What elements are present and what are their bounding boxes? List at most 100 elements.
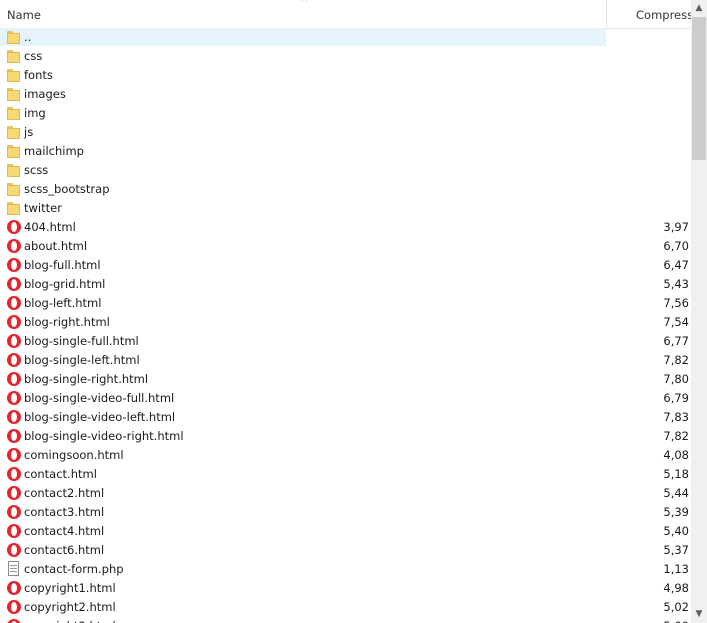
- file-row[interactable]: 404.html 3,97: [0, 218, 691, 237]
- file-row[interactable]: blog-single-video-full.html 6,79: [0, 389, 691, 408]
- compressed-size-value: 5,40: [663, 524, 689, 538]
- opera-html-icon: [6, 257, 22, 273]
- file-name: blog-right.html: [24, 315, 110, 329]
- file-row[interactable]: ..: [0, 28, 691, 47]
- file-row[interactable]: copyright1.html 4,98: [0, 579, 691, 598]
- file-row[interactable]: img: [0, 104, 691, 123]
- folder-icon: [6, 67, 22, 83]
- compressed-size: 5,40: [607, 524, 691, 538]
- file-row[interactable]: scss_bootstrap: [0, 180, 691, 199]
- opera-html-icon: [6, 333, 22, 349]
- opera-html-icon: [6, 238, 22, 254]
- file-row[interactable]: copyright3.html 5,00: [0, 617, 691, 623]
- file-row[interactable]: fonts: [0, 66, 691, 85]
- file-row[interactable]: contact-form.php 1,13: [0, 560, 691, 579]
- folder-icon: [6, 29, 22, 45]
- selection-highlight: [0, 28, 606, 46]
- compressed-size: 3,97: [607, 220, 691, 234]
- compressed-size-value: 5,02: [663, 600, 689, 614]
- file-row[interactable]: blog-right.html 7,54: [0, 313, 691, 332]
- opera-html-icon: [6, 352, 22, 368]
- sort-ascending-icon: ^: [300, 0, 309, 8]
- file-row[interactable]: comingsoon.html 4,08: [0, 446, 691, 465]
- folder-icon: [6, 124, 22, 140]
- file-row[interactable]: blog-single-left.html 7,82: [0, 351, 691, 370]
- compressed-size-value: 4,08: [663, 448, 689, 462]
- file-row[interactable]: blog-full.html 6,47: [0, 256, 691, 275]
- compressed-size: [607, 106, 691, 120]
- file-name: blog-left.html: [24, 296, 102, 310]
- opera-html-icon: [6, 580, 22, 596]
- file-row[interactable]: blog-grid.html 5,43: [0, 275, 691, 294]
- file-name: about.html: [24, 239, 88, 253]
- file-name: scss: [24, 163, 49, 177]
- folder-icon: [6, 105, 22, 121]
- file-name: blog-single-video-full.html: [24, 391, 175, 405]
- compressed-size: 5,44: [607, 486, 691, 500]
- file-row[interactable]: js: [0, 123, 691, 142]
- compressed-size: 7,80: [607, 372, 691, 386]
- file-row[interactable]: mailchimp: [0, 142, 691, 161]
- opera-html-icon: [6, 409, 22, 425]
- opera-html-icon: [6, 485, 22, 501]
- opera-html-icon: [6, 428, 22, 444]
- compressed-size-value: 7,82: [663, 429, 689, 443]
- compressed-size-value: 5,18: [663, 467, 689, 481]
- compressed-size-value: 5,37: [663, 543, 689, 557]
- php-file-icon: [6, 561, 22, 577]
- file-name: contact3.html: [24, 505, 105, 519]
- file-row[interactable]: blog-single-full.html 6,77: [0, 332, 691, 351]
- compressed-size: 4,98: [607, 581, 691, 595]
- file-row[interactable]: images: [0, 85, 691, 104]
- file-row[interactable]: about.html 6,70: [0, 237, 691, 256]
- opera-html-icon: [6, 276, 22, 292]
- scroll-down-arrow-icon[interactable]: ▼: [691, 606, 707, 623]
- file-name: css: [24, 49, 43, 63]
- compressed-size: [607, 163, 691, 177]
- compressed-size: 7,82: [607, 429, 691, 443]
- compressed-size: [607, 201, 691, 215]
- compressed-size-value: 4,98: [663, 581, 689, 595]
- file-row[interactable]: css: [0, 47, 691, 66]
- opera-html-icon: [6, 371, 22, 387]
- compressed-size-value: 1,13: [663, 562, 689, 576]
- scrollbar-thumb[interactable]: [692, 17, 706, 160]
- file-name: contact6.html: [24, 543, 105, 557]
- name-column-label: Name: [7, 8, 41, 22]
- compressed-size-value: 6,70: [663, 239, 689, 253]
- scroll-up-arrow-icon[interactable]: ▲: [691, 0, 707, 17]
- compressed-size: 7,82: [607, 353, 691, 367]
- file-row[interactable]: contact6.html 5,37: [0, 541, 691, 560]
- compressed-size-value: 7,80: [663, 372, 689, 386]
- file-name: images: [24, 87, 66, 101]
- vertical-scrollbar[interactable]: ▲ ▼: [691, 0, 707, 623]
- file-row[interactable]: blog-single-right.html 7,80: [0, 370, 691, 389]
- file-name: contact4.html: [24, 524, 105, 538]
- opera-html-icon: [6, 295, 22, 311]
- folder-icon: [6, 162, 22, 178]
- compressed-size-value: 7,56: [663, 296, 689, 310]
- compressed-column-header[interactable]: Compressed: [607, 0, 691, 28]
- file-name: blog-grid.html: [24, 277, 106, 291]
- file-name: comingsoon.html: [24, 448, 124, 462]
- compressed-size-value: 7,83: [663, 410, 689, 424]
- compressed-size-value: 3,97: [663, 220, 689, 234]
- file-row[interactable]: blog-single-video-right.html 7,82: [0, 427, 691, 446]
- file-row[interactable]: contact4.html 5,40: [0, 522, 691, 541]
- file-row[interactable]: contact3.html 5,39: [0, 503, 691, 522]
- file-row[interactable]: contact2.html 5,44: [0, 484, 691, 503]
- file-row[interactable]: blog-single-video-left.html 7,83: [0, 408, 691, 427]
- file-row[interactable]: copyright2.html 5,02: [0, 598, 691, 617]
- file-row[interactable]: contact.html 5,18: [0, 465, 691, 484]
- file-name: mailchimp: [24, 144, 84, 158]
- file-name: scss_bootstrap: [24, 182, 110, 196]
- file-name: blog-single-video-left.html: [24, 410, 176, 424]
- opera-html-icon: [6, 599, 22, 615]
- file-row[interactable]: twitter: [0, 199, 691, 218]
- column-header-bar: Name ^ Compressed: [0, 0, 691, 29]
- folder-icon: [6, 48, 22, 64]
- folder-icon: [6, 181, 22, 197]
- name-column-header[interactable]: Name ^: [0, 0, 607, 28]
- file-row[interactable]: scss: [0, 161, 691, 180]
- file-row[interactable]: blog-left.html 7,56: [0, 294, 691, 313]
